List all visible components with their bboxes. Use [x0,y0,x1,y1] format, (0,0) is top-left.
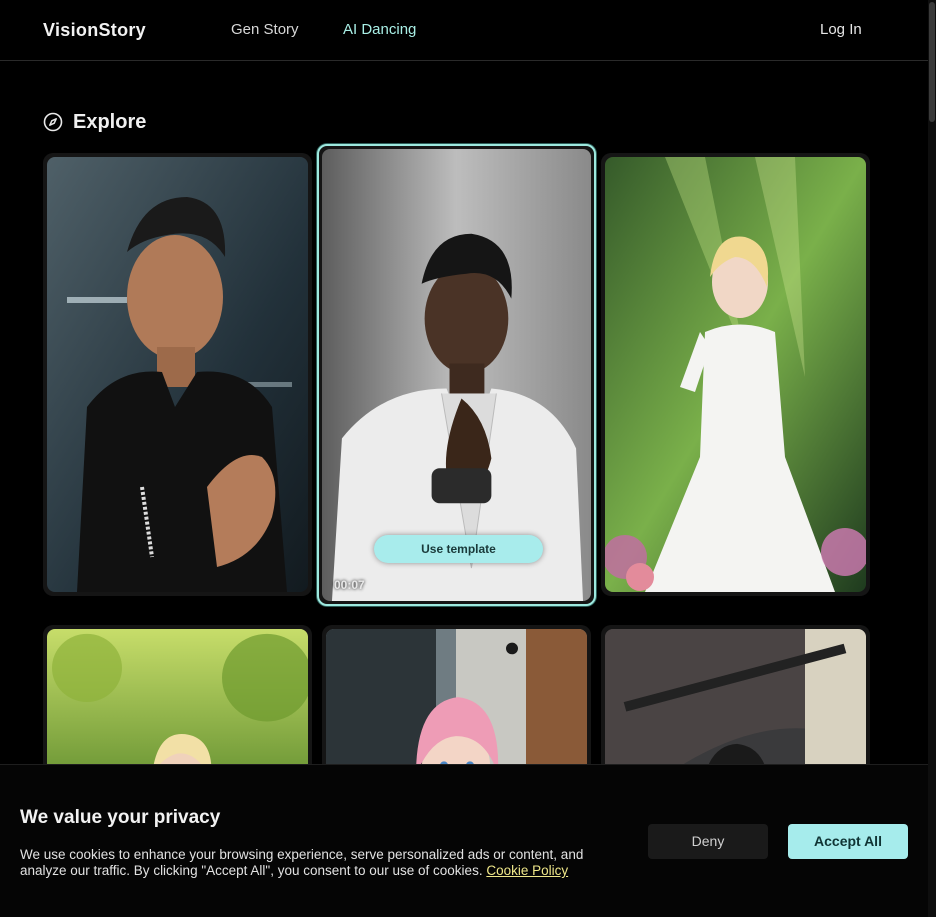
template-thumbnail [322,149,591,601]
explore-title: Explore [73,110,147,133]
top-nav-bar: VisionStory Gen Story AI Dancing Log In [0,0,928,61]
explore-heading: Explore [43,110,146,134]
page-scrollbar[interactable] [928,0,936,917]
compass-icon [43,112,63,132]
template-card[interactable] [601,153,870,596]
template-thumbnail [605,157,866,592]
cookie-title: We value your privacy [20,807,221,828]
cookie-message: We use cookies to enhance your browsing … [20,847,620,879]
accept-all-button[interactable]: Accept All [788,824,908,859]
cookie-policy-link[interactable]: Cookie Policy [486,863,568,878]
template-thumbnail [47,157,308,592]
site-logo[interactable]: VisionStory [43,20,146,41]
nav-gen-story[interactable]: Gen Story [231,21,299,38]
use-template-button[interactable]: Use template [374,535,543,563]
login-button[interactable]: Log In [820,21,862,38]
template-card[interactable] [43,153,312,596]
nav-ai-dancing[interactable]: AI Dancing [343,21,416,38]
template-card-selected[interactable]: Use template 00:07 [317,144,596,606]
cookie-consent-banner: We value your privacy We use cookies to … [0,764,928,917]
deny-button[interactable]: Deny [648,824,768,859]
scrollbar-thumb[interactable] [929,2,935,122]
video-duration: 00:07 [334,578,365,592]
